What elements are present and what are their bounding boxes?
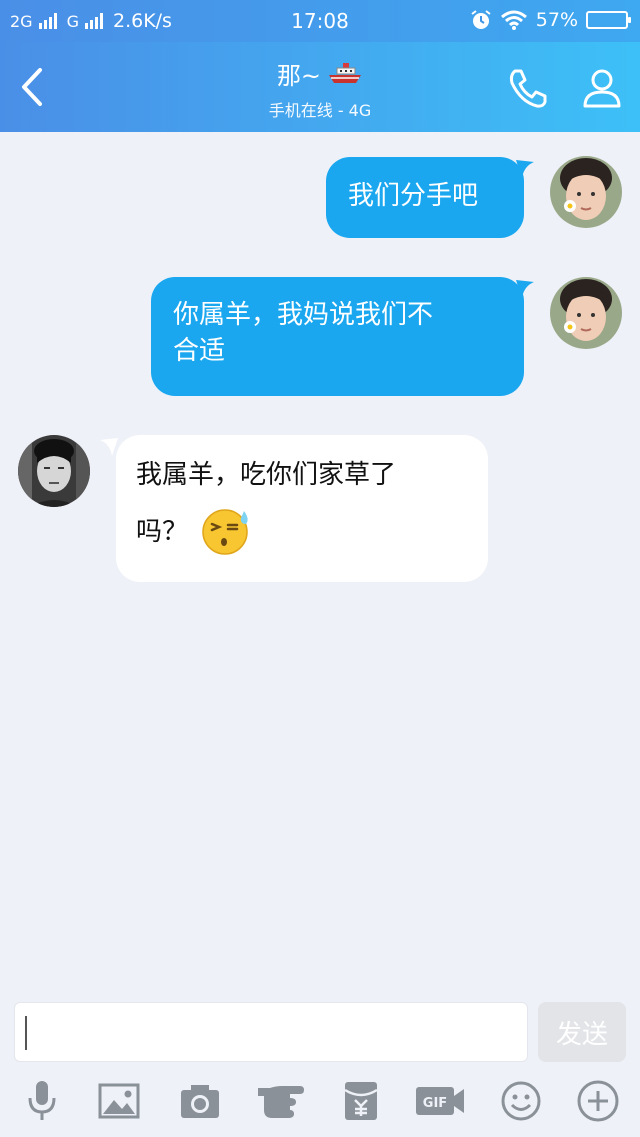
svg-text:GIF: GIF (423, 1096, 447, 1111)
ship-icon (329, 62, 362, 83)
status-bar: 2G G 2.6K/s 17:08 57% (0, 0, 640, 42)
girl-avatar-icon (550, 277, 622, 349)
gif-icon[interactable]: GIF (414, 1078, 466, 1124)
input-bar: 发送 GIF (0, 998, 640, 1137)
battery-icon (586, 11, 631, 29)
message-text-line: 吗？ (136, 517, 189, 547)
girl-avatar-icon (550, 156, 622, 228)
sweat-emoji-icon (202, 509, 248, 555)
hand-icon[interactable] (256, 1078, 306, 1124)
message-text-line: 我属羊，吃你们家草了 (136, 460, 397, 490)
bubble-tail (516, 160, 534, 178)
man-avatar-icon (18, 435, 90, 507)
bubble-tail (100, 438, 118, 456)
alarm-icon (471, 10, 491, 29)
message-text: 我们分手吧 (348, 181, 479, 211)
message-list[interactable]: 我们分手吧 你属羊，我妈说我们不 合适 我属羊，吃你们家草了 吗？ (0, 132, 640, 998)
message-text-line: 你属羊，我妈说我们不 (173, 300, 434, 330)
status-right: 57% (470, 9, 631, 31)
contact-name-row: 那~ (277, 56, 363, 91)
my-avatar[interactable] (550, 156, 622, 228)
wifi-icon (500, 10, 527, 30)
profile-icon[interactable] (580, 66, 624, 110)
contact-avatar[interactable] (18, 435, 90, 507)
red-packet-icon[interactable] (338, 1078, 384, 1124)
emoji-icon[interactable] (498, 1078, 544, 1124)
chat-header: 那~ 手机在线 - 4G (0, 42, 640, 132)
message-input[interactable] (14, 1002, 528, 1062)
message-bubble-out[interactable]: 你属羊，我妈说我们不 合适 (151, 277, 524, 396)
phone-icon[interactable] (506, 66, 550, 110)
image-icon[interactable] (96, 1078, 142, 1124)
message-text-row: 吗？ (136, 505, 468, 559)
microphone-icon[interactable] (19, 1078, 65, 1124)
camera-icon[interactable] (177, 1078, 223, 1124)
message-bubble-out[interactable]: 我们分手吧 (326, 157, 524, 238)
text-caret (25, 1016, 27, 1050)
contact-name: 那~ (276, 62, 322, 90)
message-bubble-in[interactable]: 我属羊，吃你们家草了 吗？ (116, 435, 488, 582)
my-avatar[interactable] (550, 277, 622, 349)
bubble-tail (516, 280, 534, 298)
battery-percent: 57% (535, 9, 578, 31)
send-button[interactable]: 发送 (538, 1002, 626, 1062)
plus-icon[interactable] (575, 1078, 621, 1124)
message-text-line: 合适 (173, 336, 226, 366)
chat-toolbar: GIF (0, 1078, 640, 1128)
